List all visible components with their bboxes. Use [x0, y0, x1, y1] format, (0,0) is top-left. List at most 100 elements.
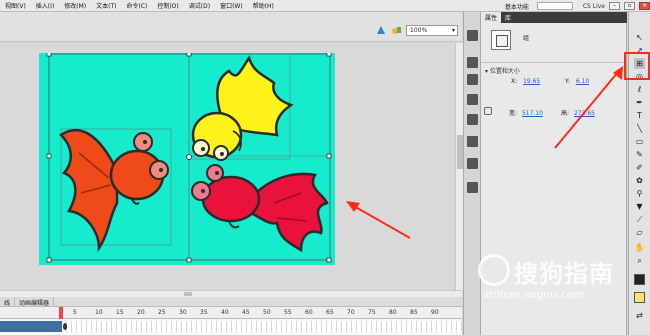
y-field-row: Y: 6.10: [565, 78, 589, 85]
chevron-down-icon: ▾: [451, 27, 455, 34]
keyframe-marker[interactable]: [63, 323, 67, 330]
menu-text[interactable]: 文本(T): [91, 1, 121, 10]
motion-presets-icon[interactable]: [467, 158, 478, 169]
height-value[interactable]: 273.65: [574, 110, 595, 117]
info-panel-icon[interactable]: [467, 74, 478, 85]
help-search-input[interactable]: [536, 2, 573, 10]
stage-horizontal-scrollbar[interactable]: [0, 290, 462, 297]
frame-number: 10: [95, 309, 103, 316]
menu-window[interactable]: 窗口(W): [215, 1, 248, 10]
frame-number: 5: [73, 309, 77, 316]
tab-motion-editor[interactable]: 动画编辑器: [15, 297, 55, 307]
handle-bc[interactable]: [186, 257, 192, 263]
menu-commands[interactable]: 命令(C): [121, 1, 152, 10]
y-label: Y:: [565, 78, 570, 85]
bone-tool-icon[interactable]: ⚲: [634, 188, 645, 199]
minimize-button[interactable]: –: [609, 2, 620, 10]
position-size-section-title[interactable]: ▾ 位置和大小: [485, 66, 520, 75]
handle-tl[interactable]: [46, 53, 52, 57]
rectangle-tool-icon[interactable]: ▭: [634, 136, 645, 147]
brush-tool-icon[interactable]: ✐: [634, 162, 645, 173]
color-panel-icon[interactable]: [467, 30, 478, 41]
close-button[interactable]: ×: [639, 2, 650, 10]
handle-tr[interactable]: [326, 53, 332, 57]
playhead[interactable]: [59, 307, 63, 319]
menu-insert[interactable]: 插入(I): [31, 1, 59, 10]
eraser-tool-icon[interactable]: ▱: [634, 227, 645, 238]
stage-canvas[interactable]: [39, 53, 335, 265]
x-value[interactable]: 19.65: [523, 78, 540, 85]
frame-number: 55: [284, 309, 292, 316]
height-label: 高:: [561, 110, 570, 117]
menu-modify[interactable]: 修改(M): [59, 1, 91, 10]
lock-ratio-icon[interactable]: [484, 107, 492, 115]
edit-scene-icon[interactable]: [392, 25, 402, 35]
text-tool-icon[interactable]: T: [634, 110, 645, 121]
sogou-watermark: 搜狗指南 zhinan.sogou.com: [470, 248, 650, 308]
stage-vertical-scrollbar[interactable]: [455, 43, 463, 291]
watermark-url: zhinan.sogou.com: [484, 288, 585, 301]
y-value[interactable]: 6.10: [576, 78, 589, 85]
menu-help[interactable]: 帮助(H): [248, 1, 279, 10]
zoom-select[interactable]: 100% ▾: [406, 25, 458, 36]
menu-bar: 视图(V) 插入(I) 修改(M) 文本(T) 命令(C) 控制(O) 调试(D…: [0, 0, 650, 12]
swatches-panel-icon[interactable]: [467, 57, 478, 68]
frame-cells[interactable]: [62, 321, 462, 332]
tab-properties[interactable]: 属性: [481, 12, 502, 23]
lasso-tool-icon[interactable]: ℓ: [634, 84, 645, 95]
swap-colors-icon[interactable]: ⇄: [634, 310, 645, 321]
frame-number: 80: [389, 309, 397, 316]
handle-mr[interactable]: [326, 153, 332, 159]
flash-editor-window: 视图(V) 插入(I) 修改(M) 文本(T) 命令(C) 控制(O) 调试(D…: [0, 0, 650, 335]
restore-button[interactable]: ▫: [624, 2, 635, 10]
properties-tabs: 属性 库: [481, 12, 627, 23]
scrollbar-thumb[interactable]: [184, 292, 192, 296]
group-object-icon: [491, 30, 511, 50]
handle-br[interactable]: [326, 257, 332, 263]
frame-number: 70: [347, 309, 355, 316]
pasteboard: [0, 43, 454, 291]
eyedropper-tool-icon[interactable]: ⟋: [634, 214, 645, 225]
fish-artwork[interactable]: [39, 53, 335, 265]
frame-number: 85: [410, 309, 418, 316]
pencil-tool-icon[interactable]: ✎: [634, 149, 645, 160]
stage-toolbar: 100% ▾: [0, 12, 462, 42]
orange-goldfish[interactable]: [59, 129, 169, 253]
width-value[interactable]: 517.10: [522, 110, 543, 117]
components-panel-icon[interactable]: [467, 136, 478, 147]
red-goldfish[interactable]: [191, 164, 329, 253]
timeline-ruler[interactable]: 5 10 15 20 25 30 35 40 45 50 55 60 65 70…: [0, 307, 462, 319]
workspace-switcher[interactable]: 基本功能: [501, 2, 533, 11]
deco-tool-icon[interactable]: ✿: [634, 175, 645, 186]
layer-name-cell[interactable]: [0, 321, 62, 332]
height-field-row: 高: 273.65: [561, 108, 595, 117]
align-panel-icon[interactable]: [467, 94, 478, 105]
zoom-value: 100%: [410, 27, 428, 34]
edit-symbols-icon[interactable]: [376, 25, 386, 35]
transform-panel-icon[interactable]: [467, 114, 478, 125]
x-label: X:: [511, 78, 518, 85]
timeline-tabs: 线 动画编辑器: [0, 297, 462, 307]
menu-view[interactable]: 视图(V): [0, 1, 31, 10]
cs-live-button[interactable]: CS Live: [577, 3, 605, 10]
frame-number: 40: [221, 309, 229, 316]
tab-timeline[interactable]: 线: [0, 297, 16, 307]
paint-bucket-tool-icon[interactable]: ▼: [634, 201, 645, 212]
frame-number: 65: [326, 309, 334, 316]
width-field-row: 宽: 517.10: [509, 108, 543, 117]
yellow-goldfish[interactable]: [191, 55, 294, 161]
width-label: 宽:: [509, 110, 518, 117]
sogou-logo: [478, 254, 510, 286]
history-panel-icon[interactable]: [467, 182, 478, 193]
handle-tc[interactable]: [186, 53, 192, 57]
menu-debug[interactable]: 调试(D): [184, 1, 215, 10]
selection-tool-icon[interactable]: ↖: [634, 32, 645, 43]
pen-tool-icon[interactable]: ✒: [634, 97, 645, 108]
transform-point[interactable]: [186, 154, 192, 160]
tab-library[interactable]: 库: [501, 12, 515, 23]
line-tool-icon[interactable]: ╲: [634, 123, 645, 134]
frame-number: 30: [179, 309, 187, 316]
handle-ml[interactable]: [46, 153, 52, 159]
handle-bl[interactable]: [46, 257, 52, 263]
menu-control[interactable]: 控制(O): [152, 1, 183, 10]
